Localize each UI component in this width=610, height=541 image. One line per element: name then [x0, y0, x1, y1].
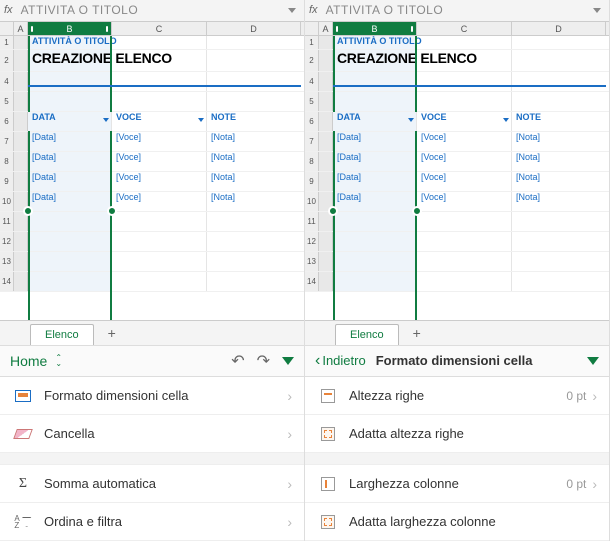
menu-clear[interactable]: Cancella › — [0, 415, 304, 453]
chevron-down-icon[interactable] — [288, 8, 296, 13]
menu-bar: ‹ Indietro Formato dimensioni cella — [305, 345, 609, 377]
chevron-right-icon: › — [287, 388, 292, 404]
chevron-right-icon: › — [287, 514, 292, 530]
selection-handle[interactable] — [412, 206, 422, 216]
expand-icon[interactable]: ⌃⌄ — [55, 355, 62, 367]
collapse-icon[interactable] — [587, 357, 599, 365]
column-headers: A B C D — [305, 22, 609, 36]
select-all-corner[interactable] — [0, 22, 14, 35]
spreadsheet-grid[interactable]: 1 ATTIVITÀ O TITOLO 23 CREAZIONE ELENCO … — [0, 36, 304, 320]
sheet-title: CREAZIONE ELENCO — [28, 50, 112, 71]
home-tab[interactable]: Home — [10, 353, 47, 369]
chevron-down-icon[interactable] — [593, 8, 601, 13]
right-pane: fx ATTIVITA O TITOLO A B C D 1 ATTIVITÀ … — [305, 0, 610, 541]
menu-row-height[interactable]: Altezza righe 0 pt › — [305, 377, 609, 415]
menu-list: Altezza righe 0 pt › Adatta altezza righ… — [305, 377, 609, 541]
menu-autosum[interactable]: Σ Somma automatica › — [0, 465, 304, 503]
chevron-right-icon: › — [592, 388, 597, 404]
activity-label: ATTIVITÀ O TITOLO — [28, 36, 112, 49]
table-header-data[interactable]: DATA — [28, 112, 112, 131]
formula-bar[interactable]: fx ATTIVITA O TITOLO — [0, 0, 304, 22]
menu-autofit-col[interactable]: Adatta larghezza colonne — [305, 503, 609, 541]
sheet-tab[interactable]: Elenco — [30, 324, 94, 345]
col-header-d[interactable]: D — [207, 22, 301, 35]
dropdown-icon[interactable] — [408, 118, 414, 122]
fx-label: fx — [309, 4, 318, 16]
col-header-a[interactable]: A — [14, 22, 28, 35]
collapse-icon[interactable] — [282, 357, 294, 365]
add-sheet-button[interactable]: + — [403, 321, 431, 345]
divider — [333, 85, 606, 87]
menu-list: Formato dimensioni cella › Cancella › Σ … — [0, 377, 304, 541]
col-header-c[interactable]: C — [417, 22, 512, 35]
col-header-c[interactable]: C — [112, 22, 207, 35]
sheet-tabs: Elenco + — [0, 320, 304, 345]
chevron-left-icon[interactable]: ‹ — [315, 352, 320, 370]
sheet-tabs: Elenco + — [305, 320, 609, 345]
chevron-right-icon: › — [287, 426, 292, 442]
dropdown-icon[interactable] — [103, 118, 109, 122]
menu-bar: Home ⌃⌄ ↶ ↷ — [0, 345, 304, 377]
menu-col-width[interactable]: Larghezza colonne 0 pt › — [305, 465, 609, 503]
menu-format-cell-size[interactable]: Formato dimensioni cella › — [0, 377, 304, 415]
eraser-icon — [13, 429, 33, 439]
chevron-right-icon: › — [592, 476, 597, 492]
table-header-note[interactable]: NOTE — [207, 112, 301, 131]
col-width-icon — [321, 477, 335, 491]
row-height-icon — [321, 389, 335, 403]
formula-text: ATTIVITA O TITOLO — [326, 3, 589, 17]
filter-icon: AZ — [14, 515, 31, 529]
format-icon — [15, 390, 31, 402]
table-header-voce[interactable]: VOCE — [112, 112, 207, 131]
autofit-col-icon — [321, 515, 335, 529]
col-header-b[interactable]: B — [333, 22, 417, 35]
autofit-row-icon — [321, 427, 335, 441]
fx-label: fx — [4, 4, 13, 16]
select-all-corner[interactable] — [305, 22, 319, 35]
sheet-tab[interactable]: Elenco — [335, 324, 399, 345]
chevron-right-icon: › — [287, 476, 292, 492]
column-headers: A B C D — [0, 22, 304, 36]
selection-handle[interactable] — [328, 206, 338, 216]
menu-autofit-row[interactable]: Adatta altezza righe — [305, 415, 609, 453]
row-header[interactable]: 1 — [0, 36, 14, 49]
back-button[interactable]: Indietro — [322, 353, 365, 368]
dropdown-icon[interactable] — [198, 118, 204, 122]
redo-button[interactable]: ↷ — [257, 351, 270, 371]
left-pane: fx ATTIVITA O TITOLO A B C D 1 ATTIVITÀ … — [0, 0, 305, 541]
divider — [28, 85, 301, 87]
undo-button[interactable]: ↶ — [231, 351, 244, 371]
col-header-d[interactable]: D — [512, 22, 606, 35]
formula-bar[interactable]: fx ATTIVITA O TITOLO — [305, 0, 609, 22]
dropdown-icon[interactable] — [503, 118, 509, 122]
col-header-b[interactable]: B — [28, 22, 112, 35]
sigma-icon: Σ — [19, 476, 27, 492]
menu-sort-filter[interactable]: AZ Ordina e filtra › — [0, 503, 304, 541]
add-sheet-button[interactable]: + — [98, 321, 126, 345]
spreadsheet-grid[interactable]: 1 ATTIVITÀ O TITOLO 23 CREAZIONE ELENCO … — [305, 36, 609, 320]
col-header-a[interactable]: A — [319, 22, 333, 35]
selection-handle[interactable] — [107, 206, 117, 216]
row-header[interactable]: 23 — [0, 50, 14, 71]
selection-handle[interactable] — [23, 206, 33, 216]
formula-text: ATTIVITA O TITOLO — [21, 3, 284, 17]
section-title: Formato dimensioni cella — [376, 353, 533, 368]
